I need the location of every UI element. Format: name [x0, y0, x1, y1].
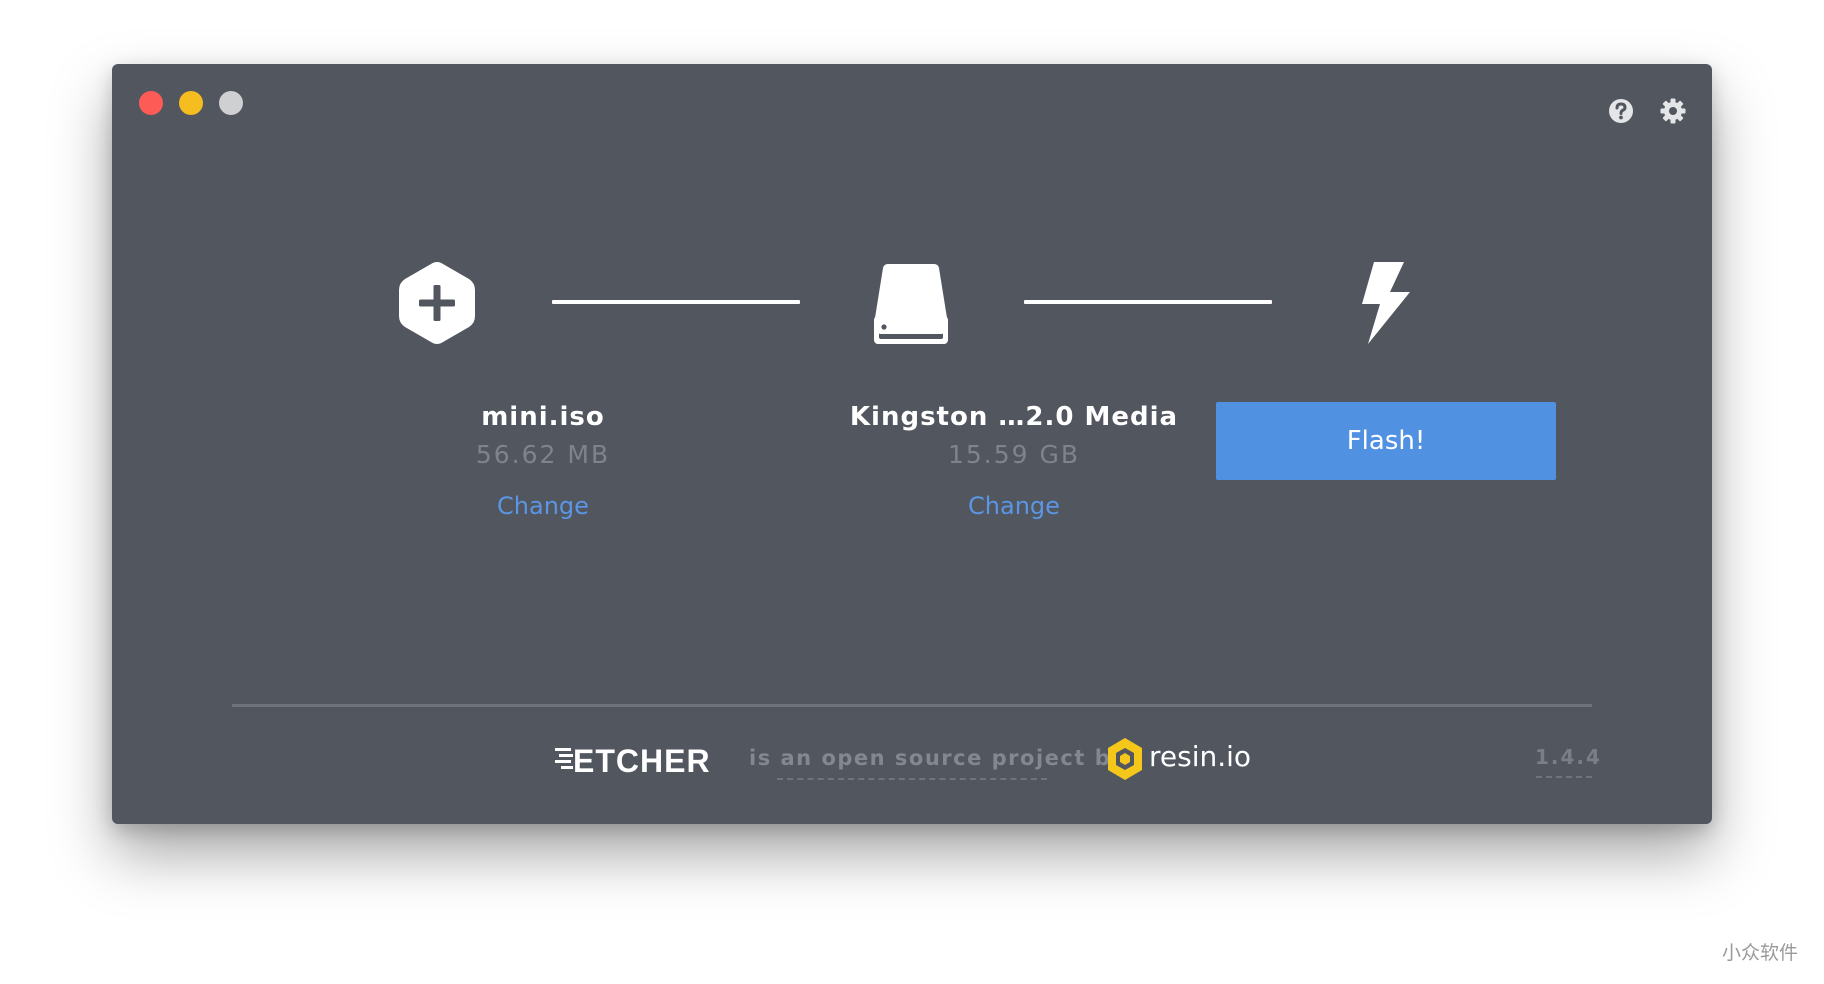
step-connector: [1024, 300, 1272, 304]
svg-text:ETCHER: ETCHER: [573, 743, 711, 778]
footer-tagline[interactable]: is an open source project by: [749, 746, 1126, 770]
lightning-bolt-icon: [1362, 262, 1410, 344]
image-name: mini.iso: [481, 402, 605, 432]
change-image-link[interactable]: Change: [363, 492, 723, 520]
etcher-window: mini.iso 56.62 MB Change Kingston …2.0 M…: [112, 64, 1712, 824]
drive-icon[interactable]: [871, 260, 951, 346]
svg-text:resin.io: resin.io: [1149, 740, 1251, 773]
flash-button[interactable]: Flash!: [1216, 402, 1556, 480]
close-window-button[interactable]: [139, 91, 163, 115]
drive-size: 15.59 GB: [947, 440, 1081, 469]
hex-plus-icon[interactable]: [397, 260, 477, 346]
maximize-window-button[interactable]: [219, 91, 243, 115]
watermark-text: 小众软件: [1722, 942, 1799, 964]
gear-icon[interactable]: [1658, 96, 1688, 126]
resin-io-logo[interactable]: resin.io: [1105, 736, 1265, 782]
etcher-logo[interactable]: ETCHER: [555, 742, 725, 778]
step-connector: [552, 300, 800, 304]
change-drive-link[interactable]: Change: [834, 492, 1194, 520]
version-label[interactable]: 1.4.4: [1535, 745, 1602, 769]
footer-divider: [232, 704, 1592, 707]
question-circle-icon[interactable]: [1606, 96, 1636, 126]
version-underline: [1536, 776, 1592, 778]
image-size: 56.62 MB: [475, 440, 611, 469]
minimize-window-button[interactable]: [179, 91, 203, 115]
tagline-underline: [777, 778, 1047, 780]
drive-name: Kingston …2.0 Media: [849, 402, 1179, 432]
